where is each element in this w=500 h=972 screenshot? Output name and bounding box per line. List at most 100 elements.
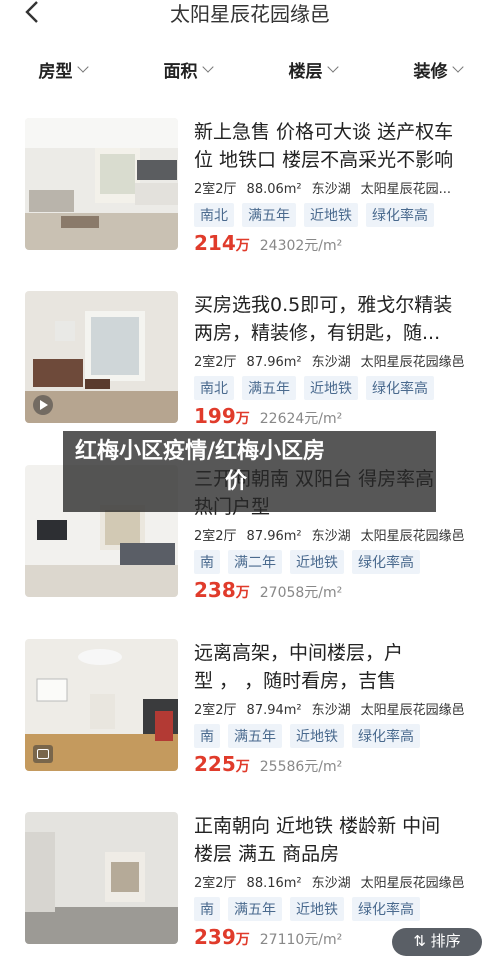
- unit-price: 22624元/m²: [259, 411, 343, 427]
- filter-area[interactable]: 面积: [125, 54, 250, 84]
- listing-meta: 2室2厅 87.96m² 东沙湖 太阳星辰花园缘邑: [194, 525, 479, 544]
- listing-title: 远离高架，中间楼层，户 型 ， ，随时看房，吉售: [194, 639, 479, 695]
- chevron-down-icon: [451, 61, 464, 73]
- tag: 南北: [194, 203, 234, 227]
- tag: 近地铁: [304, 376, 358, 400]
- layout-text: 2室2厅: [194, 182, 237, 197]
- price-unit: 万: [235, 759, 250, 775]
- listing-photo[interactable]: [25, 812, 178, 944]
- tag: 南北: [194, 376, 234, 400]
- area-text: 87.96m²: [246, 355, 302, 370]
- tag: 满五年: [242, 203, 296, 227]
- total-price: 239: [194, 925, 236, 949]
- district-text: 东沙湖: [311, 182, 351, 197]
- tag: 绿化率高: [366, 376, 434, 400]
- tag: 绿化率高: [352, 550, 420, 574]
- listing-price: 214万 24302元/m²: [194, 231, 342, 255]
- listing-photo[interactable]: [25, 639, 178, 771]
- filter-label: 房型: [38, 61, 73, 82]
- tag: 近地铁: [290, 550, 344, 574]
- total-price: 214: [194, 231, 236, 255]
- listing-price: 239万 27110元/m²: [194, 925, 342, 949]
- tag: 绿化率高: [352, 897, 420, 921]
- listing-price: 238万 27058元/m²: [194, 578, 342, 602]
- listing-title: 买房选我0.5即可，雅戈尔精装 两房，精装修，有钥匙，随...: [194, 291, 479, 347]
- community-text: 太阳星辰花园...: [360, 182, 452, 197]
- tag: 满五年: [242, 376, 296, 400]
- tag: 近地铁: [290, 897, 344, 921]
- listing-card[interactable]: 新上急售 价格可大谈 送产权车 位 地铁口 楼层不高采光不影响 2室2厅 88.0…: [0, 118, 500, 278]
- area-text: 87.96m²: [246, 529, 302, 544]
- filter-bar: 房型 面积 楼层 装修: [0, 54, 500, 84]
- layout-text: 2室2厅: [194, 876, 237, 891]
- listing-tags: 南北 满五年 近地铁 绿化率高: [194, 376, 442, 400]
- total-price: 199: [194, 404, 236, 428]
- tag: 绿化率高: [366, 203, 434, 227]
- total-price: 238: [194, 578, 236, 602]
- listing-tags: 南北 满五年 近地铁 绿化率高: [194, 203, 442, 227]
- filter-label: 面积: [163, 61, 198, 82]
- community-text: 太阳星辰花园缘邑: [360, 355, 465, 370]
- price-unit: 万: [235, 238, 250, 254]
- chevron-down-icon: [201, 61, 214, 73]
- listing-meta: 2室2厅 88.16m² 东沙湖 太阳星辰花园缘邑: [194, 872, 479, 891]
- layout-text: 2室2厅: [194, 529, 237, 544]
- play-icon[interactable]: [33, 395, 53, 415]
- tag: 近地铁: [304, 203, 358, 227]
- chevron-down-icon: [76, 61, 89, 73]
- overlay-line: 价: [225, 469, 248, 494]
- filter-room-type[interactable]: 房型: [0, 54, 125, 84]
- listing-meta: 2室2厅 87.94m² 东沙湖 太阳星辰花园缘邑: [194, 699, 479, 718]
- layout-text: 2室2厅: [194, 703, 237, 718]
- total-price: 225: [194, 752, 236, 776]
- sort-button[interactable]: ⇅ 排序: [392, 928, 482, 956]
- page-title: 太阳星辰花园缘邑: [170, 2, 330, 26]
- filter-floor[interactable]: 楼层: [250, 54, 375, 84]
- listing-title-line: 型 ， ，随时看房，吉售: [194, 670, 397, 692]
- listing-title-line: 新上急售 价格可大谈 送产权车: [194, 121, 454, 143]
- area-text: 88.16m²: [246, 876, 302, 891]
- listing-title-line: 买房选我0.5即可，雅戈尔精装: [194, 294, 453, 316]
- tag: 满五年: [228, 724, 282, 748]
- vr-icon[interactable]: [33, 745, 53, 763]
- district-text: 东沙湖: [311, 876, 351, 891]
- listing-title: 新上急售 价格可大谈 送产权车 位 地铁口 楼层不高采光不影响: [194, 118, 479, 174]
- tag: 南: [194, 724, 220, 748]
- overlay-line: 红梅小区疫情/红梅小区房: [75, 439, 326, 464]
- district-text: 东沙湖: [311, 355, 351, 370]
- tag: 满二年: [228, 550, 282, 574]
- price-unit: 万: [235, 585, 250, 601]
- price-unit: 万: [235, 411, 250, 427]
- listing-card[interactable]: 买房选我0.5即可，雅戈尔精装 两房，精装修，有钥匙，随... 2室2厅 87.9…: [0, 291, 500, 451]
- tag: 近地铁: [290, 724, 344, 748]
- layout-text: 2室2厅: [194, 355, 237, 370]
- price-unit: 万: [235, 932, 250, 948]
- community-text: 太阳星辰花园缘邑: [360, 529, 465, 544]
- listing-title: 正南朝向 近地铁 楼龄新 中间 楼层 满五 商品房: [194, 812, 479, 868]
- area-text: 87.94m²: [246, 703, 302, 718]
- listing-photo[interactable]: [25, 291, 178, 423]
- article-title-overlay: 红梅小区疫情/红梅小区房 价: [63, 431, 436, 512]
- tag: 南: [194, 550, 220, 574]
- listing-title-line: 正南朝向 近地铁 楼龄新 中间: [194, 815, 441, 837]
- listing-card[interactable]: 远离高架，中间楼层，户 型 ， ，随时看房，吉售 2室2厅 87.94m² 东沙湖太…: [0, 639, 500, 799]
- listing-tags: 南 满五年 近地铁 绿化率高: [194, 897, 428, 921]
- listing-tags: 南 满五年 近地铁 绿化率高: [194, 724, 428, 748]
- tag: 绿化率高: [352, 724, 420, 748]
- community-text: 太阳星辰花园缘邑: [360, 876, 465, 891]
- listing-meta: 2室2厅 87.96m² 东沙湖 太阳星辰花园缘邑: [194, 351, 479, 370]
- listing-tags: 南 满二年 近地铁 绿化率高: [194, 550, 428, 574]
- filter-label: 楼层: [288, 61, 323, 82]
- tag: 南: [194, 897, 220, 921]
- unit-price: 24302元/m²: [259, 238, 343, 254]
- listing-price: 225万 25586元/m²: [194, 752, 342, 776]
- listing-title-line: 楼层 满五 商品房: [194, 843, 340, 865]
- listing-title-line: 远离高架，中间楼层，户: [194, 642, 404, 664]
- listing-photo[interactable]: [25, 118, 178, 250]
- area-text: 88.06m²: [246, 182, 302, 197]
- chevron-down-icon: [326, 61, 339, 73]
- community-text: 太阳星辰花园缘邑: [360, 703, 465, 718]
- unit-price: 25586元/m²: [259, 759, 343, 775]
- filter-decoration[interactable]: 装修: [375, 54, 500, 84]
- listing-price: 199万 22624元/m²: [194, 404, 342, 428]
